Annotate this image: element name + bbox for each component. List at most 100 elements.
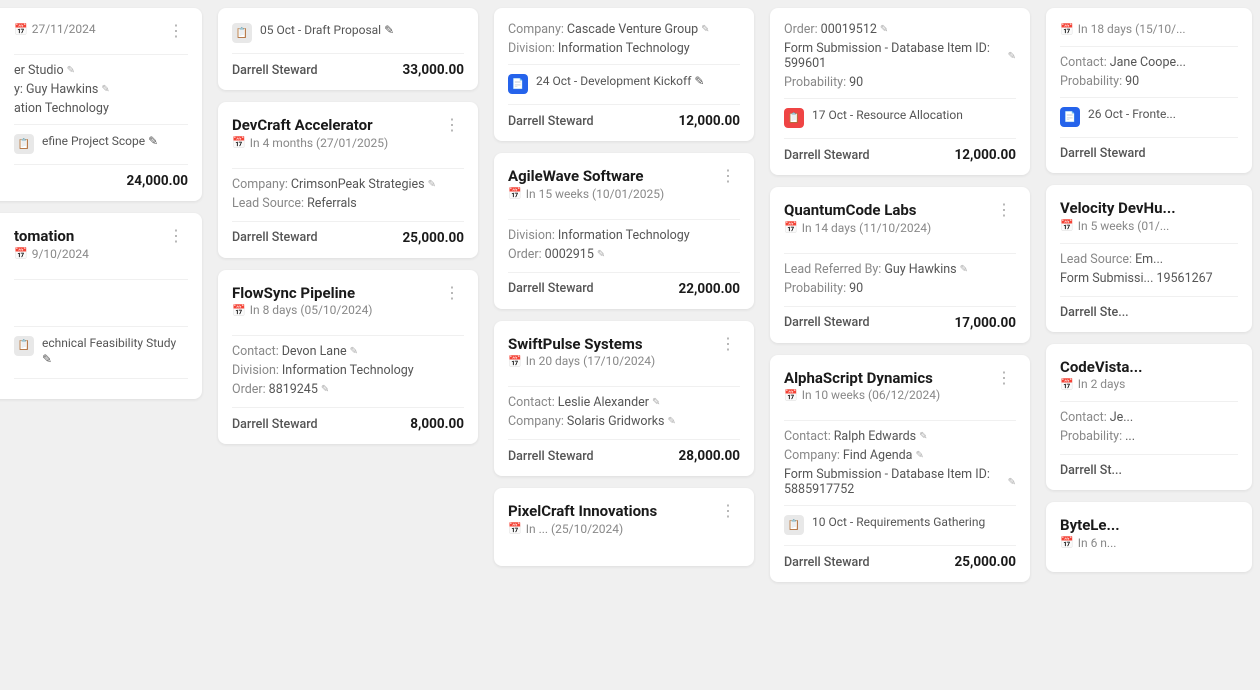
edit-icon[interactable]: ✎ bbox=[428, 179, 436, 190]
activity-icon: 📄 bbox=[508, 74, 528, 94]
activity-icon: 📋 bbox=[232, 23, 252, 43]
edit-icon[interactable]: ✎ bbox=[880, 24, 888, 35]
edit-icon[interactable]: ✎ bbox=[668, 416, 676, 427]
card-c6-activity: 📄 24 Oct - Development Kickoff ✎ bbox=[508, 73, 740, 94]
card-c2-title: tomation bbox=[14, 227, 89, 247]
edit-icon[interactable]: ✎ bbox=[350, 346, 358, 357]
card-c5-field-1: Division: Information Technology bbox=[232, 363, 464, 378]
card-c16-title: ByteLe... bbox=[1060, 516, 1238, 536]
edit-icon[interactable]: ✎ bbox=[960, 264, 968, 275]
card-c3: 📋 05 Oct - Draft Proposal ✎ Darrell Stew… bbox=[218, 8, 478, 90]
card-c12-more[interactable]: ⋮ bbox=[992, 369, 1016, 389]
edit-icon[interactable]: ✎ bbox=[597, 249, 605, 260]
card-c14-field-1: Form Submissi... 19561267 bbox=[1060, 271, 1238, 286]
activity-icon: 📋 bbox=[14, 134, 34, 154]
activity-icon: 📋 bbox=[784, 515, 804, 535]
card-c11-amount: 17,000.00 bbox=[955, 315, 1016, 331]
card-c14-owner: Darrell Ste... bbox=[1060, 305, 1129, 320]
card-c15-field-1: Probability: ... bbox=[1060, 429, 1238, 444]
card-c8: SwiftPulse Systems 📅 In 20 days (17/10/2… bbox=[494, 321, 754, 477]
card-c12-amount: 25,000.00 bbox=[955, 554, 1016, 570]
card-c11-more[interactable]: ⋮ bbox=[992, 201, 1016, 221]
card-c14-field-0: Lead Source: Em... bbox=[1060, 252, 1238, 267]
card-c7-title: AgileWave Software bbox=[508, 167, 664, 187]
card-c1-field-2: ation Technology bbox=[14, 101, 188, 116]
card-c2-activity: 📋 echnical Feasibility Study ✎ bbox=[14, 335, 188, 369]
edit-icon[interactable]: ✎ bbox=[148, 134, 158, 148]
card-c6-amount: 12,000.00 bbox=[679, 113, 740, 129]
card-c9-subtitle: 📅 In ... (25/10/2024) bbox=[508, 522, 657, 536]
card-c1-amount: 24,000.00 bbox=[127, 173, 188, 189]
edit-icon[interactable]: ✎ bbox=[915, 450, 923, 461]
card-c16: ByteLe... 📅 In 6 n... bbox=[1046, 502, 1252, 572]
card-c5-field-2: Order: 8819245 ✎ bbox=[232, 382, 464, 397]
card-c12-title: AlphaScript Dynamics bbox=[784, 369, 940, 389]
edit-icon[interactable]: ✎ bbox=[67, 65, 75, 76]
card-c15-owner: Darrell St... bbox=[1060, 463, 1122, 478]
card-c7: AgileWave Software 📅 In 15 weeks (10/01/… bbox=[494, 153, 754, 309]
card-c11-field-1: Probability: 90 bbox=[784, 281, 1016, 296]
card-c5-owner: Darrell Steward bbox=[232, 417, 318, 432]
column-2: 📋 05 Oct - Draft Proposal ✎ Darrell Stew… bbox=[210, 0, 486, 690]
card-c13-subtitle: 📅 In 18 days (15/10/... bbox=[1060, 22, 1238, 36]
edit-icon[interactable]: ✎ bbox=[694, 74, 704, 88]
card-c6-field-1: Division: Information Technology bbox=[508, 41, 740, 56]
card-c2-more[interactable]: ⋮ bbox=[164, 227, 188, 247]
card-c11-subtitle: 📅 In 14 days (11/10/2024) bbox=[784, 221, 931, 235]
card-c12-field-0: Contact: Ralph Edwards ✎ bbox=[784, 429, 1016, 444]
card-c4-amount: 25,000.00 bbox=[403, 230, 464, 246]
card-c7-more[interactable]: ⋮ bbox=[716, 167, 740, 187]
card-c13-field-0: Contact: Jane Coope... bbox=[1060, 55, 1238, 70]
edit-icon[interactable]: ✎ bbox=[384, 23, 394, 37]
card-c4-more[interactable]: ⋮ bbox=[440, 116, 464, 136]
card-c13-field-1: Probability: 90 bbox=[1060, 74, 1238, 89]
card-c5-more[interactable]: ⋮ bbox=[440, 284, 464, 304]
card-c5: FlowSync Pipeline 📅 In 8 days (05/10/202… bbox=[218, 270, 478, 445]
card-c8-subtitle: 📅 In 20 days (17/10/2024) bbox=[508, 354, 655, 368]
card-c6-owner: Darrell Steward bbox=[508, 114, 594, 129]
card-c7-owner: Darrell Steward bbox=[508, 281, 594, 296]
edit-icon[interactable]: ✎ bbox=[652, 397, 660, 408]
card-c6: Company: Cascade Venture Group ✎ Divisio… bbox=[494, 8, 754, 141]
card-c8-field-0: Contact: Leslie Alexander ✎ bbox=[508, 395, 740, 410]
edit-icon[interactable]: ✎ bbox=[1008, 477, 1016, 488]
card-c12-field-1: Company: Find Agenda ✎ bbox=[784, 448, 1016, 463]
card-c4-owner: Darrell Steward bbox=[232, 230, 318, 245]
column-1: 📅 27/11/2024 ⋮ er Studio ✎ y: Guy Hawkin… bbox=[0, 0, 210, 690]
column-4: Order: 00019512 ✎ Form Submission - Data… bbox=[762, 0, 1038, 690]
card-c15-subtitle: 📅 In 2 days bbox=[1060, 377, 1238, 391]
card-c1-field-1: y: Guy Hawkins ✎ bbox=[14, 82, 188, 97]
edit-icon[interactable]: ✎ bbox=[101, 84, 109, 95]
column-3: Company: Cascade Venture Group ✎ Divisio… bbox=[486, 0, 762, 690]
card-c14-title: Velocity DevHu... bbox=[1060, 199, 1238, 219]
card-c10-activity: 📋 17 Oct - Resource Allocation bbox=[784, 107, 1016, 128]
card-c4-field-0: Company: CrimsonPeak Strategies ✎ bbox=[232, 177, 464, 192]
card-c8-more[interactable]: ⋮ bbox=[716, 335, 740, 355]
kanban-board: 📅 27/11/2024 ⋮ er Studio ✎ y: Guy Hawkin… bbox=[0, 0, 1260, 690]
card-c3-amount: 33,000.00 bbox=[403, 62, 464, 78]
card-c14: Velocity DevHu... 📅 In 5 weeks (01/... L… bbox=[1046, 185, 1252, 332]
edit-icon[interactable]: ✎ bbox=[42, 352, 52, 366]
card-c1-more[interactable]: ⋮ bbox=[164, 22, 188, 42]
card-c3-owner: Darrell Steward bbox=[232, 63, 318, 78]
card-c7-subtitle: 📅 In 15 weeks (10/01/2025) bbox=[508, 187, 664, 201]
card-c4-field-1: Lead Source: Referrals bbox=[232, 196, 464, 211]
card-c4-subtitle: 📅 In 4 months (27/01/2025) bbox=[232, 136, 388, 150]
edit-icon[interactable]: ✎ bbox=[321, 384, 329, 395]
card-c12: AlphaScript Dynamics 📅 In 10 weeks (06/1… bbox=[770, 355, 1030, 583]
edit-icon[interactable]: ✎ bbox=[919, 431, 927, 442]
card-c1-field-0: er Studio ✎ bbox=[14, 63, 188, 78]
card-c11-field-0: Lead Referred By: Guy Hawkins ✎ bbox=[784, 262, 1016, 277]
card-c4-title: DevCraft Accelerator bbox=[232, 116, 388, 136]
activity-icon: 📋 bbox=[14, 336, 34, 356]
card-c9: PixelCraft Innovations 📅 In ... (25/10/2… bbox=[494, 488, 754, 566]
edit-icon[interactable]: ✎ bbox=[1008, 51, 1016, 62]
card-c14-subtitle: 📅 In 5 weeks (01/... bbox=[1060, 219, 1238, 233]
card-c10-amount: 12,000.00 bbox=[955, 147, 1016, 163]
edit-icon[interactable]: ✎ bbox=[701, 24, 709, 35]
card-c1: 📅 27/11/2024 ⋮ er Studio ✎ y: Guy Hawkin… bbox=[0, 8, 202, 201]
card-c5-amount: 8,000.00 bbox=[410, 416, 464, 432]
card-c10-field-2: Probability: 90 bbox=[784, 75, 1016, 90]
card-c9-more[interactable]: ⋮ bbox=[716, 502, 740, 522]
card-c10-field-1: Form Submission - Database Item ID: 5996… bbox=[784, 41, 1016, 71]
